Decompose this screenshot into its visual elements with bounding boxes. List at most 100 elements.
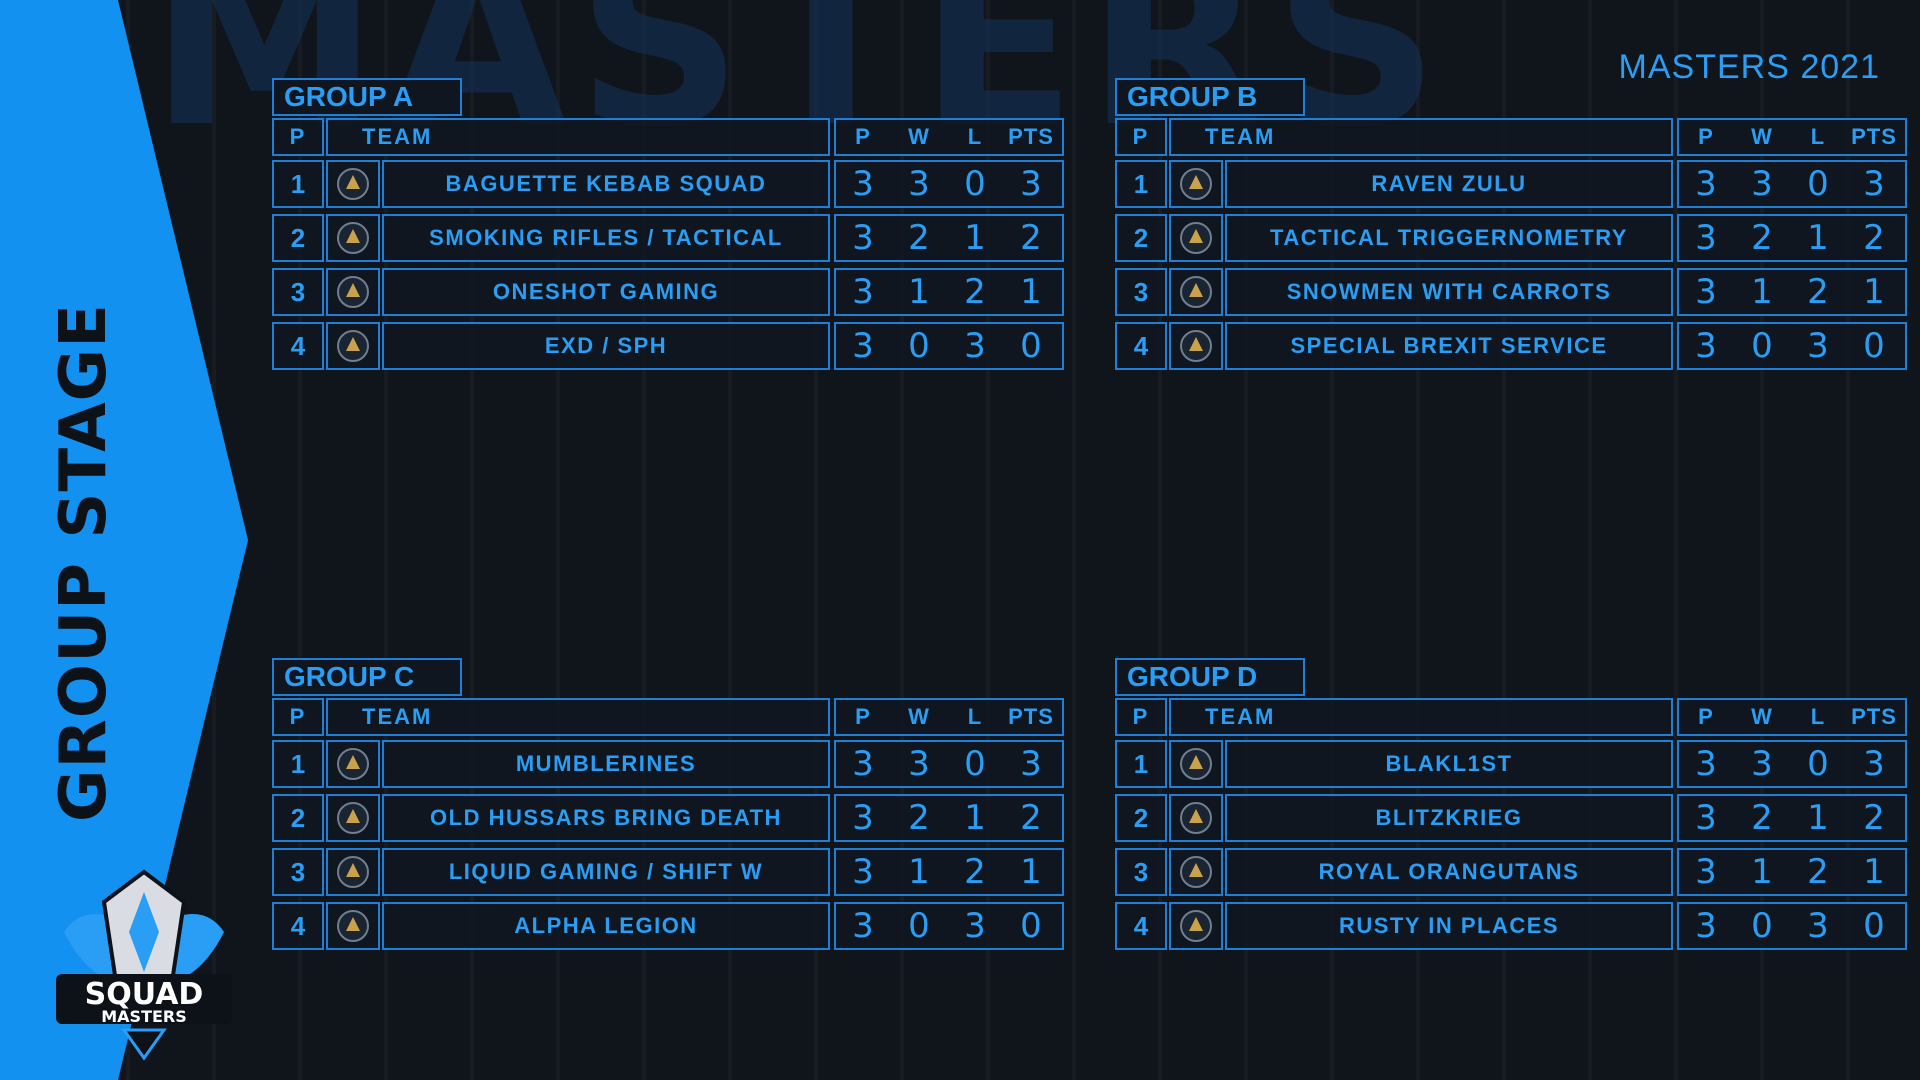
matches-lost: 3 bbox=[964, 906, 986, 946]
header-won: W bbox=[1751, 704, 1773, 729]
team-name: TACTICAL TRIGGERNOMETRY bbox=[1225, 214, 1673, 262]
team-name: BLAKL1ST bbox=[1225, 740, 1673, 788]
header-team: TEAM bbox=[1169, 118, 1673, 156]
matches-lost: 1 bbox=[1807, 798, 1829, 838]
header-lost: L bbox=[1810, 124, 1826, 149]
team-stats: 3121 bbox=[1677, 268, 1907, 316]
matches-won: 3 bbox=[908, 164, 930, 204]
royal-orangutans-logo-icon bbox=[1180, 856, 1212, 888]
header-played: P bbox=[855, 124, 871, 149]
matches-played: 3 bbox=[1695, 326, 1717, 366]
header-won: W bbox=[908, 704, 930, 729]
team-position: 4 bbox=[272, 902, 324, 950]
team-points: 2 bbox=[1863, 798, 1885, 838]
team-logo bbox=[326, 214, 380, 262]
matches-lost: 0 bbox=[964, 744, 986, 784]
matches-played: 3 bbox=[852, 798, 874, 838]
matches-played: 3 bbox=[1695, 272, 1717, 312]
team-position: 2 bbox=[272, 214, 324, 262]
team-points: 1 bbox=[1020, 852, 1042, 892]
matches-played: 3 bbox=[852, 326, 874, 366]
team-stats: 3030 bbox=[834, 902, 1064, 950]
matches-played: 3 bbox=[1695, 906, 1717, 946]
header-points: PTS bbox=[1008, 124, 1054, 149]
team-position: 2 bbox=[1115, 214, 1167, 262]
team-name: SPECIAL BREXIT SERVICE bbox=[1225, 322, 1673, 370]
matches-lost: 1 bbox=[964, 218, 986, 258]
header-lost: L bbox=[1810, 704, 1826, 729]
team-name: EXD / SPH bbox=[382, 322, 830, 370]
header-lost: L bbox=[967, 124, 983, 149]
old-hussars-logo-icon bbox=[337, 802, 369, 834]
team-logo bbox=[326, 322, 380, 370]
team-position: 3 bbox=[272, 848, 324, 896]
matches-won: 2 bbox=[908, 218, 930, 258]
stage-title: GROUP STAGE bbox=[47, 303, 121, 822]
team-name: BLITZKRIEG bbox=[1225, 794, 1673, 842]
team-logo bbox=[1169, 214, 1223, 262]
team-name: LIQUID GAMING / SHIFT W bbox=[382, 848, 830, 896]
group-label: GROUP B bbox=[1115, 78, 1305, 116]
team-points: 3 bbox=[1863, 744, 1885, 784]
header-points: PTS bbox=[1851, 124, 1897, 149]
event-title: MASTERS 2021 bbox=[1618, 48, 1880, 86]
team-logo bbox=[326, 848, 380, 896]
team-name: OLD HUSSARS BRING DEATH bbox=[382, 794, 830, 842]
header-team: TEAM bbox=[1169, 698, 1673, 736]
header-stats: P W L PTS bbox=[1677, 698, 1907, 736]
header-stats: P W L PTS bbox=[1677, 118, 1907, 156]
team-name: RAVEN ZULU bbox=[1225, 160, 1673, 208]
header-lost: L bbox=[967, 704, 983, 729]
matches-lost: 2 bbox=[1807, 852, 1829, 892]
matches-played: 3 bbox=[1695, 852, 1717, 892]
header-played: P bbox=[1698, 124, 1714, 149]
matches-played: 3 bbox=[1695, 218, 1717, 258]
team-position: 4 bbox=[1115, 902, 1167, 950]
matches-lost: 2 bbox=[964, 852, 986, 892]
team-logo bbox=[326, 902, 380, 950]
matches-lost: 0 bbox=[1807, 164, 1829, 204]
alpha-legion-logo-icon bbox=[337, 910, 369, 942]
team-position: 1 bbox=[1115, 740, 1167, 788]
team-position: 1 bbox=[272, 740, 324, 788]
matches-lost: 0 bbox=[964, 164, 986, 204]
team-points: 1 bbox=[1020, 272, 1042, 312]
team-stats: 3030 bbox=[1677, 322, 1907, 370]
smoking-rifles-logo-icon bbox=[337, 222, 369, 254]
brand-line2: MASTERS bbox=[101, 1007, 187, 1026]
team-points: 2 bbox=[1020, 798, 1042, 838]
matches-played: 3 bbox=[1695, 798, 1717, 838]
team-points: 0 bbox=[1863, 906, 1885, 946]
matches-lost: 2 bbox=[964, 272, 986, 312]
team-stats: 3303 bbox=[1677, 740, 1907, 788]
team-stats: 3303 bbox=[1677, 160, 1907, 208]
blakl1st-logo-icon bbox=[1180, 748, 1212, 780]
team-name: BAGUETTE KEBAB SQUAD bbox=[382, 160, 830, 208]
team-logo bbox=[1169, 794, 1223, 842]
header-won: W bbox=[1751, 124, 1773, 149]
team-points: 1 bbox=[1863, 852, 1885, 892]
matches-won: 3 bbox=[1751, 744, 1773, 784]
team-points: 3 bbox=[1020, 164, 1042, 204]
header-played: P bbox=[1698, 704, 1714, 729]
team-logo bbox=[326, 160, 380, 208]
team-position: 1 bbox=[272, 160, 324, 208]
matches-played: 3 bbox=[852, 852, 874, 892]
team-position: 4 bbox=[272, 322, 324, 370]
team-name: ONESHOT GAMING bbox=[382, 268, 830, 316]
header-points: PTS bbox=[1008, 704, 1054, 729]
team-stats: 3030 bbox=[1677, 902, 1907, 950]
blitzkrieg-logo-icon bbox=[1180, 802, 1212, 834]
header-played: P bbox=[855, 704, 871, 729]
team-logo bbox=[1169, 902, 1223, 950]
team-stats: 3212 bbox=[1677, 214, 1907, 262]
matches-lost: 3 bbox=[1807, 326, 1829, 366]
matches-played: 3 bbox=[852, 218, 874, 258]
tactical-triggernometry-logo-icon bbox=[1180, 222, 1212, 254]
team-name: ROYAL ORANGUTANS bbox=[1225, 848, 1673, 896]
matches-lost: 1 bbox=[964, 798, 986, 838]
team-logo bbox=[1169, 268, 1223, 316]
team-points: 1 bbox=[1863, 272, 1885, 312]
team-position: 2 bbox=[272, 794, 324, 842]
team-position: 1 bbox=[1115, 160, 1167, 208]
